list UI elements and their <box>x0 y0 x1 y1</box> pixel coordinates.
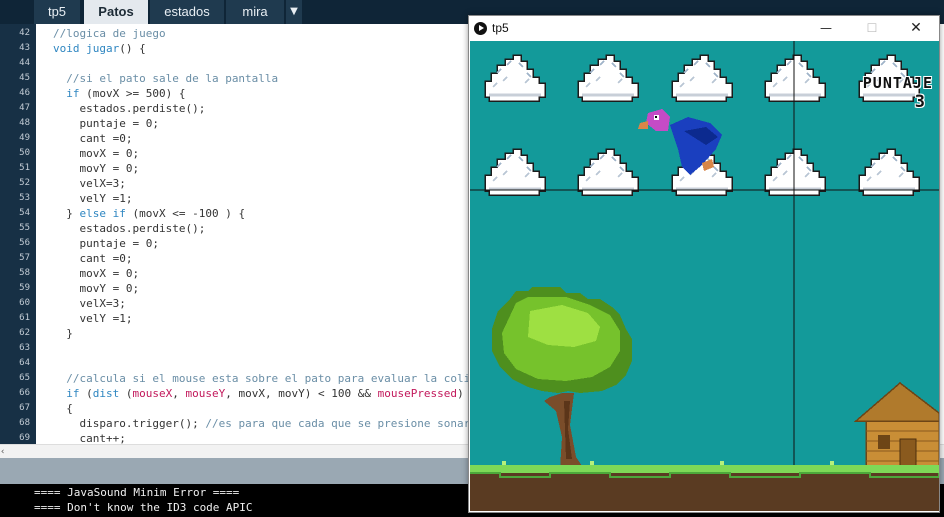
triangle-down-icon[interactable]: ▼ <box>286 0 302 24</box>
score-display: PUNTAJE 3 <box>863 74 933 112</box>
code-line[interactable]: puntaje = 0; <box>36 116 476 131</box>
scroll-left-arrow-icon[interactable]: ‹ <box>0 445 5 459</box>
line-number: 65 <box>19 373 30 383</box>
code-line[interactable]: //calcula si el mouse esta sobre el pato… <box>36 371 476 386</box>
code-line[interactable]: cant =0; <box>36 131 476 146</box>
line-number: 50 <box>19 148 30 158</box>
line-number: 45 <box>19 73 30 83</box>
code-line[interactable]: movY = 0; <box>36 161 476 176</box>
tab-tp5[interactable]: tp5 <box>34 0 80 24</box>
line-number: 53 <box>19 193 30 203</box>
line-number: 61 <box>19 313 30 323</box>
code-line[interactable]: cant++; <box>36 431 476 444</box>
line-number: 56 <box>19 238 30 248</box>
code-line[interactable]: estados.perdiste(); <box>36 221 476 236</box>
line-number: 51 <box>19 163 30 173</box>
tab-patos[interactable]: Patos <box>84 0 148 24</box>
play-icon <box>474 22 487 35</box>
line-number: 57 <box>19 253 30 263</box>
tab-estados[interactable]: estados <box>150 0 224 24</box>
code-line[interactable]: estados.perdiste(); <box>36 101 476 116</box>
line-number: 60 <box>19 298 30 308</box>
minimize-button[interactable]: — <box>803 16 849 41</box>
line-number: 42 <box>19 28 30 38</box>
tab-mira[interactable]: mira <box>226 0 284 24</box>
code-line[interactable]: movX = 0; <box>36 146 476 161</box>
code-line[interactable]: { <box>36 401 476 416</box>
code-line[interactable] <box>36 341 476 356</box>
line-number: 46 <box>19 88 30 98</box>
code-line[interactable]: movY = 0; <box>36 281 476 296</box>
code-line[interactable]: velX=3; <box>36 296 476 311</box>
code-line[interactable] <box>36 56 476 71</box>
code-line[interactable]: velY =1; <box>36 311 476 326</box>
code-line[interactable]: //logica de juego <box>36 26 476 41</box>
code-line[interactable]: } else if (movX <= -100 ) { <box>36 206 476 221</box>
line-number: 58 <box>19 268 30 278</box>
line-number: 49 <box>19 133 30 143</box>
window-title: tp5 <box>492 21 509 35</box>
code-line[interactable]: cant =0; <box>36 251 476 266</box>
code-line[interactable]: if (dist (mouseX, mouseY, movX, movY) < … <box>36 386 476 401</box>
line-number: 62 <box>19 328 30 338</box>
maximize-button[interactable]: ☐ <box>849 16 895 41</box>
code-line[interactable] <box>36 356 476 371</box>
ground <box>470 469 939 511</box>
close-button[interactable]: ✕ <box>893 16 939 41</box>
code-line[interactable]: if (movX >= 500) { <box>36 86 476 101</box>
line-number: 68 <box>19 418 30 428</box>
line-number: 43 <box>19 43 30 53</box>
line-number: 63 <box>19 343 30 353</box>
line-number: 64 <box>19 358 30 368</box>
sketch-window[interactable]: tp5 — ☐ ✕ PUNTAJE 3 <box>468 15 940 513</box>
line-number: 44 <box>19 58 30 68</box>
line-number: 47 <box>19 103 30 113</box>
code-area[interactable]: //logica de juego void jugar() { //si el … <box>36 24 476 444</box>
line-number: 55 <box>19 223 30 233</box>
game-canvas[interactable]: PUNTAJE 3 <box>470 41 939 511</box>
line-number: 52 <box>19 178 30 188</box>
line-number: 48 <box>19 118 30 128</box>
code-line[interactable]: velX=3; <box>36 176 476 191</box>
code-line[interactable]: //si el pato sale de la pantalla <box>36 71 476 86</box>
line-number: 54 <box>19 208 30 218</box>
code-line[interactable]: movX = 0; <box>36 266 476 281</box>
code-line[interactable]: } <box>36 326 476 341</box>
score-label: PUNTAJE <box>862 74 933 92</box>
line-number: 59 <box>19 283 30 293</box>
code-line[interactable]: velY =1; <box>36 191 476 206</box>
line-number-gutter: 42 43 44 45 46 47 48 49 50 51 52 53 54 55 56 57 58 59 60 61… <box>0 24 36 444</box>
code-line[interactable]: disparo.trigger(); //es para que cada qu… <box>36 416 476 431</box>
window-titlebar[interactable]: tp5 — ☐ ✕ <box>469 16 939 41</box>
score-value: 3 <box>914 92 925 112</box>
line-number: 67 <box>19 403 30 413</box>
code-line[interactable]: puntaje = 0; <box>36 236 476 251</box>
line-number: 66 <box>19 388 30 398</box>
grass <box>470 465 939 473</box>
code-line[interactable]: void jugar() { <box>36 41 476 56</box>
